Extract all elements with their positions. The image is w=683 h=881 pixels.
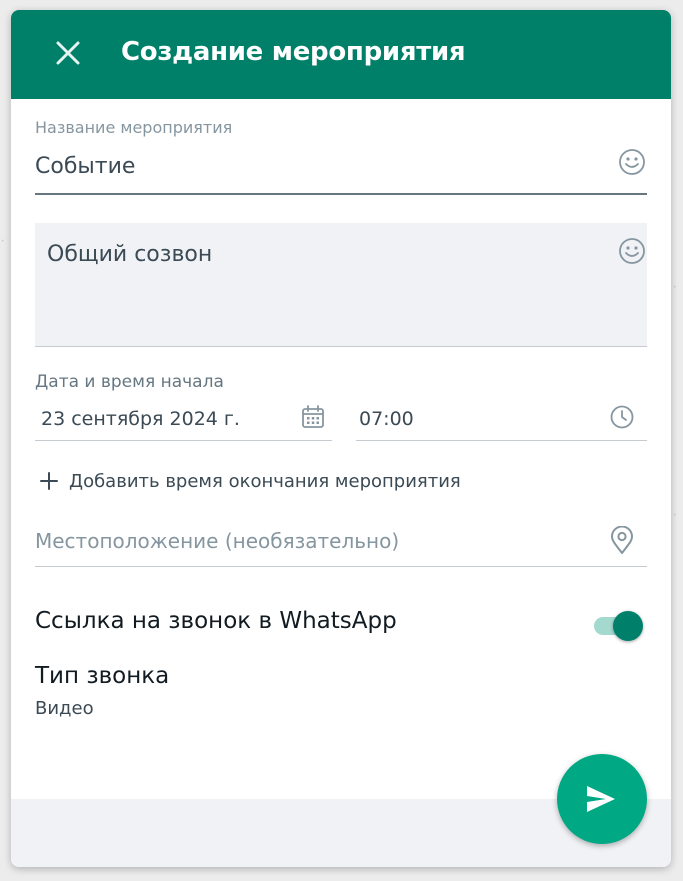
start-time-field[interactable]: 07:00 [356,398,647,441]
send-icon [587,786,615,812]
dialog-title: Создание мероприятия [121,37,466,67]
call-type-title[interactable]: Тип звонка [35,663,169,689]
create-event-dialog: Создание мероприятия Название мероприяти… [11,10,671,867]
start-date-field[interactable]: 23 сентября 2024 г. [35,398,332,441]
emoji-icon[interactable] [618,148,646,176]
background-fragment: · [672,506,678,523]
close-button[interactable] [49,34,87,72]
add-end-time-button[interactable]: Добавить время окончания мероприятия [39,466,461,496]
call-type-value: Видео [35,698,94,719]
location-input[interactable] [35,520,595,562]
background-fragment: · [0,232,6,249]
description-field[interactable]: Общий созвон [35,223,647,347]
toggle-knob [613,611,643,641]
description-value: Общий созвон [47,242,213,267]
event-name-value: Событие [35,154,136,179]
start-time-value: 07:00 [359,408,414,430]
close-icon [56,41,80,65]
start-datetime-label: Дата и время начала [35,372,224,392]
send-button[interactable] [557,754,647,844]
background-fragment: · [672,278,678,295]
calendar-icon [302,405,324,428]
dialog-header: Создание мероприятия [11,10,671,99]
whatsapp-call-link-label: Ссылка на звонок в WhatsApp [35,608,397,634]
add-end-time-label: Добавить время окончания мероприятия [69,470,461,492]
clock-icon [610,405,634,429]
plus-icon [40,472,58,490]
event-name-field[interactable]: Событие [35,148,647,195]
emoji-icon[interactable] [618,237,646,265]
event-name-label: Название мероприятия [35,118,233,137]
location-field [35,520,647,567]
location-pin-icon [611,526,633,554]
whatsapp-call-link-toggle[interactable] [594,611,644,641]
start-date-value: 23 сентября 2024 г. [41,408,240,430]
